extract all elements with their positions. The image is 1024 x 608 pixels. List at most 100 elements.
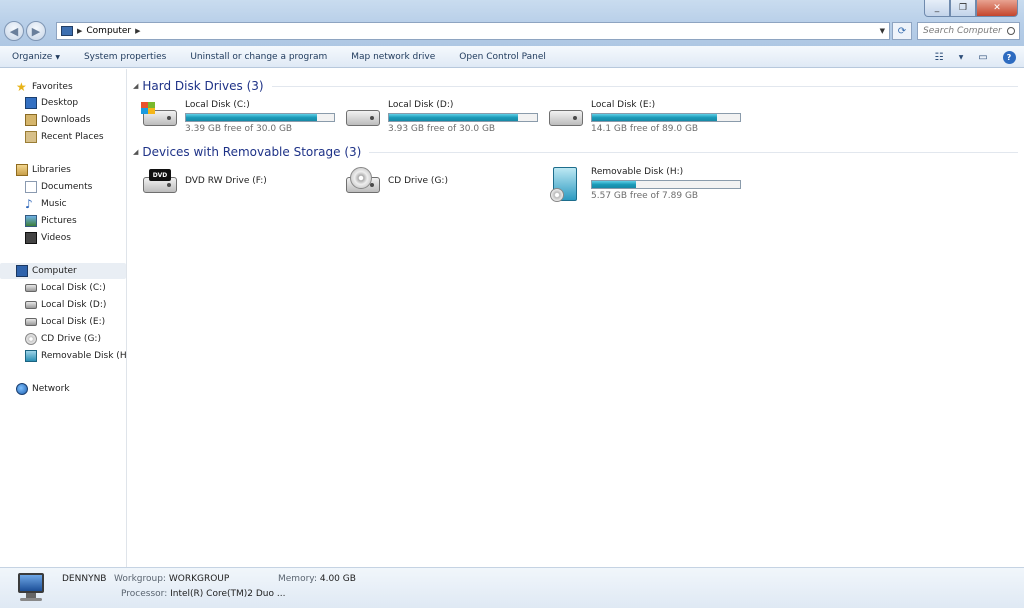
processor-info: Processor: Intel(R) Core(TM)2 Duo ... [121, 589, 285, 599]
sidebar-item-network[interactable]: Network [0, 381, 126, 397]
sidebar-item-label: Network [32, 384, 70, 394]
sidebar-item-label: Music [41, 199, 67, 209]
videos-icon [25, 232, 37, 244]
sidebar-item-label: Favorites [32, 82, 73, 92]
drive-usage-bar [185, 113, 335, 122]
sidebar-item-computer[interactable]: Computer [0, 263, 126, 279]
uninstall-program-button[interactable]: Uninstall or change a program [178, 52, 339, 62]
search-icon[interactable] [1007, 27, 1015, 35]
back-button[interactable]: ◀ [4, 21, 24, 41]
drive-name: Local Disk (E:) [591, 100, 656, 110]
sidebar-item-local-disk-d[interactable]: Local Disk (D:) [0, 297, 126, 313]
help-button[interactable]: ? [1000, 49, 1018, 65]
sidebar-item-documents[interactable]: Documents [0, 179, 126, 195]
forward-arrow-icon: ▶ [31, 24, 41, 38]
group-header-removable[interactable]: ◢ Devices with Removable Storage (3) [133, 145, 1018, 159]
workgroup-info: Workgroup: WORKGROUP [114, 574, 229, 584]
sidebar-item-removable-disk-h[interactable]: Removable Disk (H:) [0, 348, 126, 364]
sidebar-item-music[interactable]: ♪ Music [0, 196, 126, 212]
sidebar-item-label: Documents [41, 182, 93, 192]
hard-disk-icon [25, 318, 37, 326]
processor-label: Processor: [121, 589, 168, 599]
sidebar-item-label: Local Disk (C:) [41, 283, 106, 293]
computer-icon [16, 265, 28, 277]
drive-removable-h[interactable]: Removable Disk (H:) 5.57 GB free of 7.89… [547, 167, 747, 202]
memory-info: Memory: 4.00 GB [278, 574, 356, 584]
group-header-hard-disks[interactable]: ◢ Hard Disk Drives (3) [133, 79, 1018, 93]
search-placeholder: Search Computer [923, 26, 1002, 36]
sidebar-item-label: Desktop [41, 98, 79, 108]
downloads-folder-icon [25, 114, 37, 126]
sidebar-item-downloads[interactable]: Downloads [0, 112, 126, 128]
hard-disk-icon [25, 301, 37, 309]
preview-pane-icon: ▭ [978, 51, 988, 63]
sidebar-item-label: Videos [41, 233, 71, 243]
refresh-button[interactable]: ⟳ [892, 22, 912, 40]
change-view-button[interactable]: ☷ [930, 49, 948, 65]
dvd-drive-icon: DVD [141, 169, 179, 199]
sidebar-item-local-disk-e[interactable]: Local Disk (E:) [0, 314, 126, 330]
collapse-icon: ◢ [133, 82, 139, 90]
caption-buttons: _ ❐ ✕ [924, 0, 1018, 17]
drive-local-disk-c[interactable]: Local Disk (C:) 3.39 GB free of 30.0 GB [141, 100, 341, 134]
sidebar-item-label: Recent Places [41, 132, 104, 142]
drive-local-disk-d[interactable]: Local Disk (D:) 3.93 GB free of 30.0 GB [344, 100, 544, 134]
breadcrumb-separator-icon[interactable]: ▶ [77, 27, 82, 35]
sidebar-item-desktop[interactable]: Desktop [0, 95, 126, 111]
breadcrumb-separator-icon[interactable]: ▶ [135, 27, 140, 35]
maximize-button[interactable]: ❐ [950, 0, 976, 17]
file-list: ◢ Hard Disk Drives (3) Local Disk (C:) 3… [127, 69, 1024, 567]
sidebar-item-favorites[interactable]: ★ Favorites [0, 79, 126, 95]
close-button[interactable]: ✕ [976, 0, 1018, 17]
drive-usage-bar [388, 113, 538, 122]
processor-value: Intel(R) Core(TM)2 Duo ... [170, 589, 286, 599]
drive-local-disk-e[interactable]: Local Disk (E:) 14.1 GB free of 89.0 GB [547, 100, 747, 134]
drive-cd-g[interactable]: CD Drive (G:) [344, 167, 544, 201]
breadcrumb-computer[interactable]: Computer [86, 26, 131, 36]
recent-places-icon [25, 131, 37, 143]
documents-icon [25, 181, 37, 193]
network-icon [16, 383, 28, 395]
star-icon: ★ [16, 80, 27, 94]
group-divider [271, 85, 1018, 87]
group-title: Devices with Removable Storage (3) [142, 145, 362, 159]
view-dropdown-button[interactable]: ▼ [956, 49, 966, 65]
memory-value: 4.00 GB [319, 574, 356, 584]
minimize-button[interactable]: _ [924, 0, 950, 17]
system-properties-button[interactable]: System properties [72, 52, 178, 62]
map-network-drive-button[interactable]: Map network drive [339, 52, 447, 62]
organize-button[interactable]: Organize ▼ [0, 52, 72, 62]
chevron-down-icon: ▼ [55, 53, 60, 61]
drive-name: Removable Disk (H:) [591, 167, 684, 177]
drive-name: Local Disk (C:) [185, 100, 250, 110]
forward-button[interactable]: ▶ [26, 21, 46, 41]
drive-usage-fill [592, 114, 717, 121]
desktop-icon [25, 97, 37, 109]
sidebar-item-label: Downloads [41, 115, 91, 125]
memory-label: Memory: [278, 574, 317, 584]
open-control-panel-button[interactable]: Open Control Panel [447, 52, 558, 62]
help-icon: ? [1002, 50, 1016, 64]
sidebar-item-local-disk-c[interactable]: Local Disk (C:) [0, 280, 126, 296]
sidebar-item-videos[interactable]: Videos [0, 230, 126, 246]
hard-disk-icon [25, 284, 37, 292]
refresh-icon: ⟳ [897, 25, 907, 37]
libraries-icon [16, 164, 28, 176]
sidebar-item-pictures[interactable]: Pictures [0, 213, 126, 229]
group-divider [369, 151, 1018, 153]
details-pane: DENNYNB Workgroup: WORKGROUP Memory: 4.0… [0, 567, 1024, 608]
address-bar[interactable]: ▶ Computer ▶ ▼ [56, 22, 890, 40]
drive-free-space: 14.1 GB free of 89.0 GB [591, 124, 699, 134]
hard-disk-windows-icon [141, 102, 179, 132]
search-input[interactable]: Search Computer [917, 22, 1020, 40]
drive-dvd-rw-f[interactable]: DVD DVD RW Drive (F:) [141, 167, 341, 201]
drive-free-space: 5.57 GB free of 7.89 GB [591, 191, 699, 201]
sidebar-item-cd-drive-g[interactable]: CD Drive (G:) [0, 331, 126, 347]
title-bar: _ ❐ ✕ ◀ ▶ ▶ Computer ▶ ▼ ⟳ Search Comput… [0, 0, 1024, 46]
sidebar-item-recent-places[interactable]: Recent Places [0, 129, 126, 145]
music-note-icon: ♪ [25, 197, 33, 211]
sidebar-item-libraries[interactable]: Libraries [0, 162, 126, 178]
address-dropdown-icon[interactable]: ▼ [880, 27, 885, 35]
drive-free-space: 3.39 GB free of 30.0 GB [185, 124, 293, 134]
preview-pane-button[interactable]: ▭ [974, 49, 992, 65]
